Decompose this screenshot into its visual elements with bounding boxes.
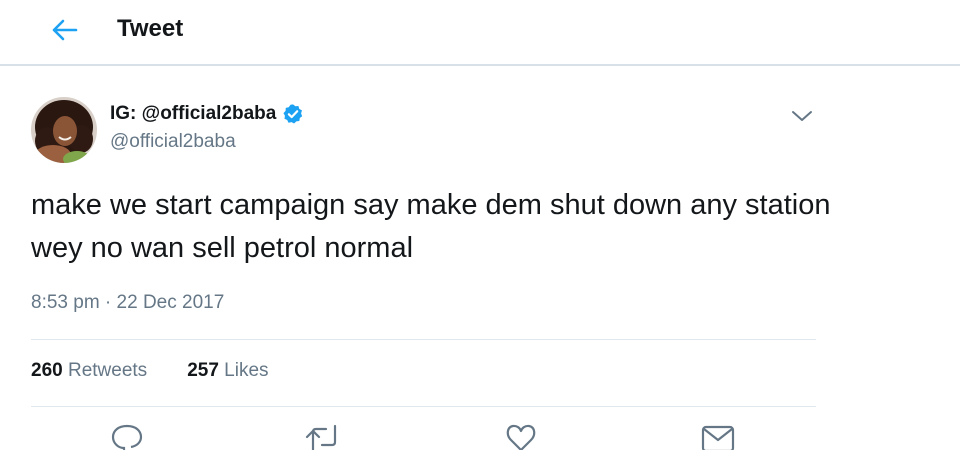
author-handle[interactable]: @official2baba <box>110 130 236 154</box>
retweets-label: Retweets <box>67 360 148 381</box>
avatar-image <box>31 97 97 163</box>
divider <box>31 406 816 407</box>
direct-message-button[interactable] <box>698 422 738 450</box>
direct-message-icon <box>701 425 735 450</box>
tweet-detail-page: Tweet IG: @official2baba @official2baba … <box>0 0 960 450</box>
author-name-row: IG: @official2baba <box>110 102 304 126</box>
like-button[interactable] <box>501 422 541 450</box>
tweet-text: make we start campaign say make dem shut… <box>31 189 831 264</box>
divider <box>31 339 816 340</box>
author-display-name[interactable]: IG: @official2baba <box>110 102 276 126</box>
page-title: Tweet <box>117 15 184 42</box>
reply-button[interactable] <box>107 422 147 450</box>
tweet-actions <box>0 420 960 450</box>
retweets-count: 260 <box>31 360 63 381</box>
likes-stat[interactable]: 257 Likes <box>187 359 268 383</box>
more-options-button[interactable] <box>786 102 818 130</box>
avatar[interactable] <box>31 97 97 163</box>
retweets-stat[interactable]: 260 Retweets <box>31 359 147 383</box>
retweet-button[interactable] <box>304 422 344 450</box>
tweet-stats: 260 Retweets 257 Likes <box>31 359 269 383</box>
chevron-down-icon <box>792 111 812 121</box>
back-button[interactable] <box>44 12 84 48</box>
likes-label: Likes <box>224 360 269 381</box>
reply-icon <box>111 424 143 450</box>
tweet-timestamp[interactable]: 8:53 pm · 22 Dec 2017 <box>31 291 224 315</box>
retweet-icon <box>305 424 337 450</box>
arrow-left-icon <box>52 19 78 41</box>
top-bar: Tweet <box>0 0 960 66</box>
verified-badge-icon <box>282 103 304 125</box>
likes-count: 257 <box>187 360 219 381</box>
like-icon <box>506 424 536 450</box>
